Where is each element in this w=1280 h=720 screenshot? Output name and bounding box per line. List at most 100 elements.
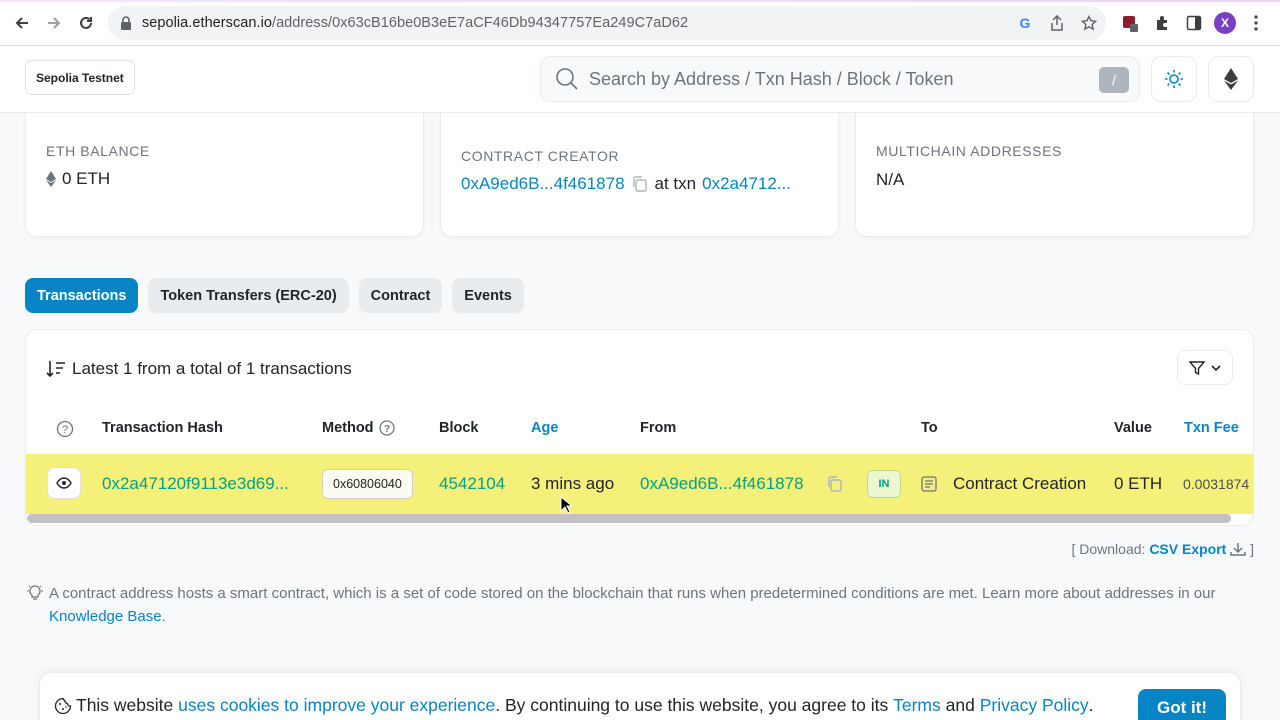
col-method: Method ?	[322, 420, 395, 436]
google-icon[interactable]: G	[1014, 12, 1036, 34]
network-badge[interactable]: Sepolia Testnet	[25, 60, 135, 95]
reload-icon	[80, 16, 92, 29]
sun-icon	[1165, 70, 1183, 88]
url-text: sepolia.etherscan.io/address/0x63cB16be0…	[142, 15, 688, 31]
eye-icon	[56, 477, 72, 489]
tab-contract[interactable]: Contract	[358, 278, 443, 313]
creator-txn-link[interactable]: 0x2a4712...	[702, 174, 791, 194]
theme-toggle-button[interactable]	[1151, 56, 1197, 102]
block-link[interactable]: 4542104	[439, 474, 505, 494]
col-age[interactable]: Age	[531, 420, 558, 436]
multichain-card: MULTICHAIN ADDRESSES N/A	[855, 113, 1254, 237]
info-end: .	[161, 608, 166, 625]
privacy-policy-link[interactable]: Privacy Policy	[980, 695, 1089, 716]
download-icon[interactable]	[1230, 542, 1246, 556]
contract-creator-card: CONTRACT CREATOR 0xA9ed6B...4f461878 at …	[440, 113, 839, 237]
url-path: /address/0x63cB16be0B3eE7aCF46Db94347757…	[271, 15, 689, 31]
extension-shield-icon[interactable]	[1118, 11, 1142, 35]
balance-card: ETH BALANCE 0 ETH	[25, 113, 424, 237]
reload-button[interactable]	[70, 7, 102, 39]
col-txn-fee[interactable]: Txn Fee	[1184, 420, 1239, 436]
info-body: A contract address hosts a smart contrac…	[49, 585, 1216, 602]
horizontal-scrollbar[interactable]	[27, 514, 1231, 523]
svg-text:?: ?	[62, 424, 68, 436]
tab-strip-edge	[0, 0, 1280, 2]
col-transaction-hash: Transaction Hash	[102, 420, 223, 436]
download-csv: [ Download: CSV Export ]	[1071, 541, 1254, 557]
transactions-panel: Latest 1 from a total of 1 transactions …	[25, 329, 1254, 526]
tab-events[interactable]: Events	[452, 278, 524, 313]
col-value: Value	[1114, 420, 1152, 436]
value-amount: 0 ETH	[1114, 474, 1163, 493]
transactions-summary: Latest 1 from a total of 1 transactions	[46, 359, 352, 379]
knowledge-base-link[interactable]: Knowledge Base	[49, 608, 162, 625]
back-button[interactable]	[6, 7, 38, 39]
extensions-puzzle-icon[interactable]	[1150, 11, 1174, 35]
filter-button[interactable]	[1177, 350, 1233, 385]
profile-avatar[interactable]: X	[1214, 12, 1236, 34]
col-to: To	[921, 420, 938, 436]
download-suffix: ]	[1250, 541, 1254, 557]
creator-value: 0xA9ed6B...4f461878 at txn 0x2a4712...	[461, 174, 791, 194]
address-bar[interactable]: sepolia.etherscan.io/address/0x63cB16be0…	[108, 6, 1106, 40]
preview-button[interactable]	[47, 467, 81, 499]
filter-icon	[1189, 360, 1205, 375]
at-txn-label: at txn	[654, 174, 697, 193]
search-placeholder: Search by Address / Txn Hash / Block / T…	[589, 68, 954, 89]
col-block: Block	[439, 420, 479, 436]
sort-icon	[46, 361, 65, 378]
svg-text:?: ?	[383, 424, 389, 435]
terms-link[interactable]: Terms	[893, 695, 941, 716]
cookie-icon	[54, 697, 72, 714]
balance-value: 0 ETH	[46, 169, 110, 189]
cookie-part4: .	[1088, 695, 1094, 715]
cookie-part1: This website	[76, 695, 174, 715]
side-panel-icon[interactable]	[1182, 11, 1206, 35]
share-icon[interactable]	[1046, 12, 1068, 34]
accept-cookies-button[interactable]: Got it!	[1138, 689, 1226, 720]
site-header: Sepolia Testnet Search by Address / Txn …	[0, 46, 1280, 113]
network-select-button[interactable]	[1208, 56, 1254, 102]
forward-arrow-icon	[48, 16, 61, 29]
txn-hash-link[interactable]: 0x2a47120f9113e3d69...	[102, 474, 289, 494]
from-address-link[interactable]: 0xA9ed6B...4f461878	[640, 474, 804, 494]
mouse-cursor-icon	[560, 496, 572, 514]
help-circle-icon[interactable]: ?	[56, 420, 74, 438]
table-row: 0x2a47120f9113e3d69... 0x60806040 454210…	[26, 454, 1253, 514]
search-icon	[556, 68, 578, 90]
multichain-label: MULTICHAIN ADDRESSES	[876, 143, 1062, 159]
info-note: A contract address hosts a smart contrac…	[25, 582, 1255, 628]
browser-menu-icon[interactable]	[1244, 11, 1268, 35]
txn-fee-value: 0.0031874	[1183, 476, 1250, 492]
balance-amount: 0 ETH	[62, 169, 111, 188]
cookie-policy-link[interactable]: uses cookies to improve your experience	[178, 695, 495, 716]
method-help-icon[interactable]: ?	[378, 420, 395, 436]
contract-file-icon	[921, 476, 937, 492]
url-host: sepolia.etherscan.io	[142, 15, 272, 31]
creator-address-link[interactable]: 0xA9ed6B...4f461878	[461, 174, 625, 194]
copy-icon[interactable]	[631, 175, 649, 193]
copy-from-icon[interactable]	[826, 475, 844, 493]
bookmark-star-icon[interactable]	[1078, 12, 1100, 34]
csv-export-link[interactable]: CSV Export	[1149, 541, 1226, 557]
back-arrow-icon	[15, 16, 28, 29]
address-tabs: Transactions Token Transfers (ERC-20) Co…	[25, 278, 524, 313]
cookie-text: This website uses cookies to improve you…	[54, 695, 1094, 716]
forward-button[interactable]	[38, 7, 70, 39]
cookie-part3: and	[945, 695, 975, 715]
info-text: A contract address hosts a smart contrac…	[49, 582, 1255, 628]
ethereum-icon	[1224, 68, 1238, 90]
cookie-banner: This website uses cookies to improve you…	[39, 672, 1241, 720]
chevron-down-icon	[1211, 364, 1221, 371]
tab-token-transfers[interactable]: Token Transfers (ERC-20)	[148, 278, 349, 313]
lock-icon	[121, 16, 131, 30]
age-value: 3 mins ago	[531, 474, 615, 493]
col-from: From	[640, 420, 677, 436]
search-input[interactable]: Search by Address / Txn Hash / Block / T…	[540, 56, 1140, 102]
col-method-label: Method	[322, 420, 374, 436]
search-shortcut-key: /	[1099, 67, 1129, 93]
to-value: Contract Creation	[953, 474, 1087, 493]
tab-transactions[interactable]: Transactions	[25, 278, 139, 313]
eth-icon	[46, 171, 56, 187]
direction-badge: IN	[867, 470, 901, 498]
